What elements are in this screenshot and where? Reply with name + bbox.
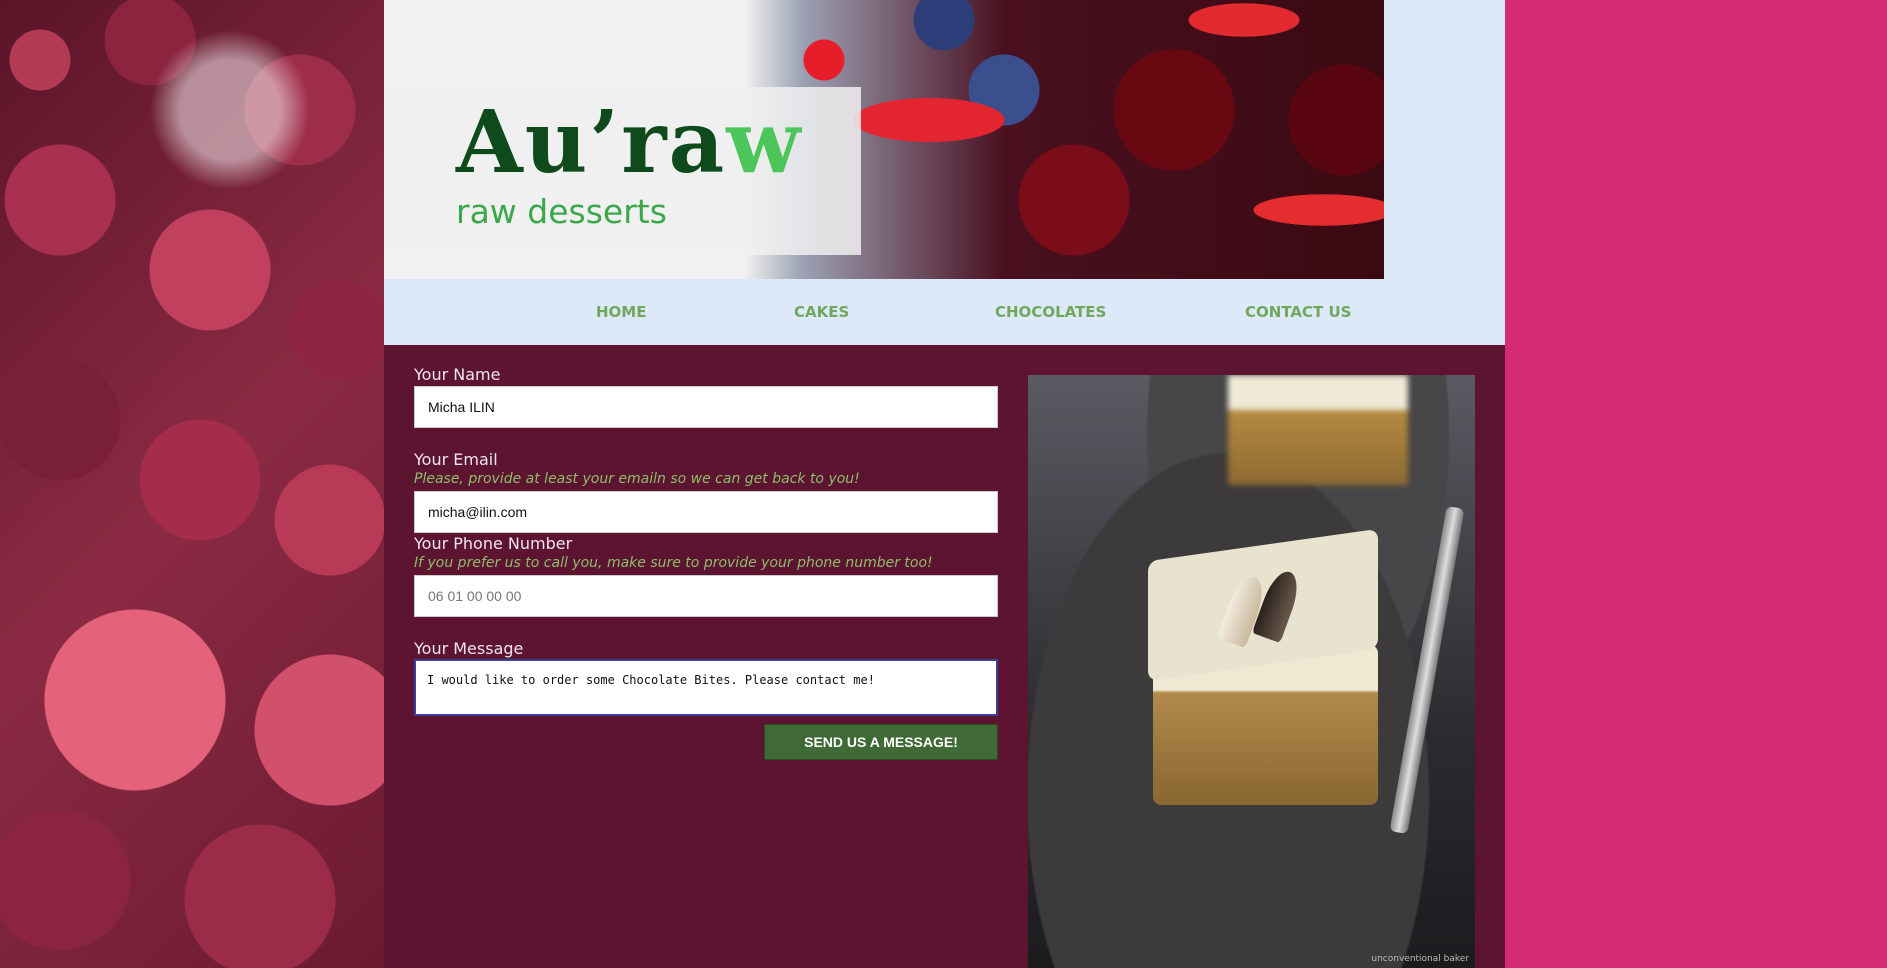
pink-background (1505, 0, 1887, 968)
cake-photo: unconventional baker (1028, 375, 1475, 968)
nav-home[interactable]: HOME (596, 303, 646, 321)
message-textarea[interactable]: I would like to order some Chocolate Bit… (414, 659, 998, 716)
brand-title-accent: w (726, 92, 803, 193)
photo-credit: unconventional baker (1371, 954, 1469, 964)
main-content: Au’raw raw desserts HOME CAKES CHOCOLATE… (384, 0, 1505, 968)
message-label: Your Message (414, 639, 524, 658)
brand-title-main: Au’ra (456, 92, 727, 193)
brand-logo[interactable]: Au’raw (456, 100, 802, 186)
brand-subtitle: raw desserts (456, 192, 667, 231)
cake-slice-background (1228, 375, 1408, 485)
raspberry-background-image (0, 0, 384, 968)
email-hint: Please, provide at least your emailn so … (414, 471, 860, 487)
send-message-button[interactable]: SEND US A MESSAGE! (764, 724, 998, 760)
name-input[interactable]: Micha ILIN (414, 386, 998, 428)
name-label: Your Name (414, 365, 501, 384)
phone-label: Your Phone Number (414, 534, 573, 553)
email-input[interactable]: micha@ilin.com (414, 491, 998, 533)
email-label: Your Email (414, 450, 498, 469)
fork-image (1389, 505, 1465, 835)
nav-chocolates[interactable]: CHOCOLATES (995, 303, 1106, 321)
phone-input[interactable]: 06 01 00 00 00 (414, 575, 998, 617)
header: Au’raw raw desserts HOME CAKES CHOCOLATE… (384, 0, 1505, 345)
nav-contact-us[interactable]: CONTACT US (1245, 303, 1351, 321)
phone-hint: If you prefer us to call you, make sure … (414, 555, 933, 571)
main-navigation: HOME CAKES CHOCOLATES CONTACT US (384, 279, 1505, 345)
nav-cakes[interactable]: CAKES (794, 303, 849, 321)
